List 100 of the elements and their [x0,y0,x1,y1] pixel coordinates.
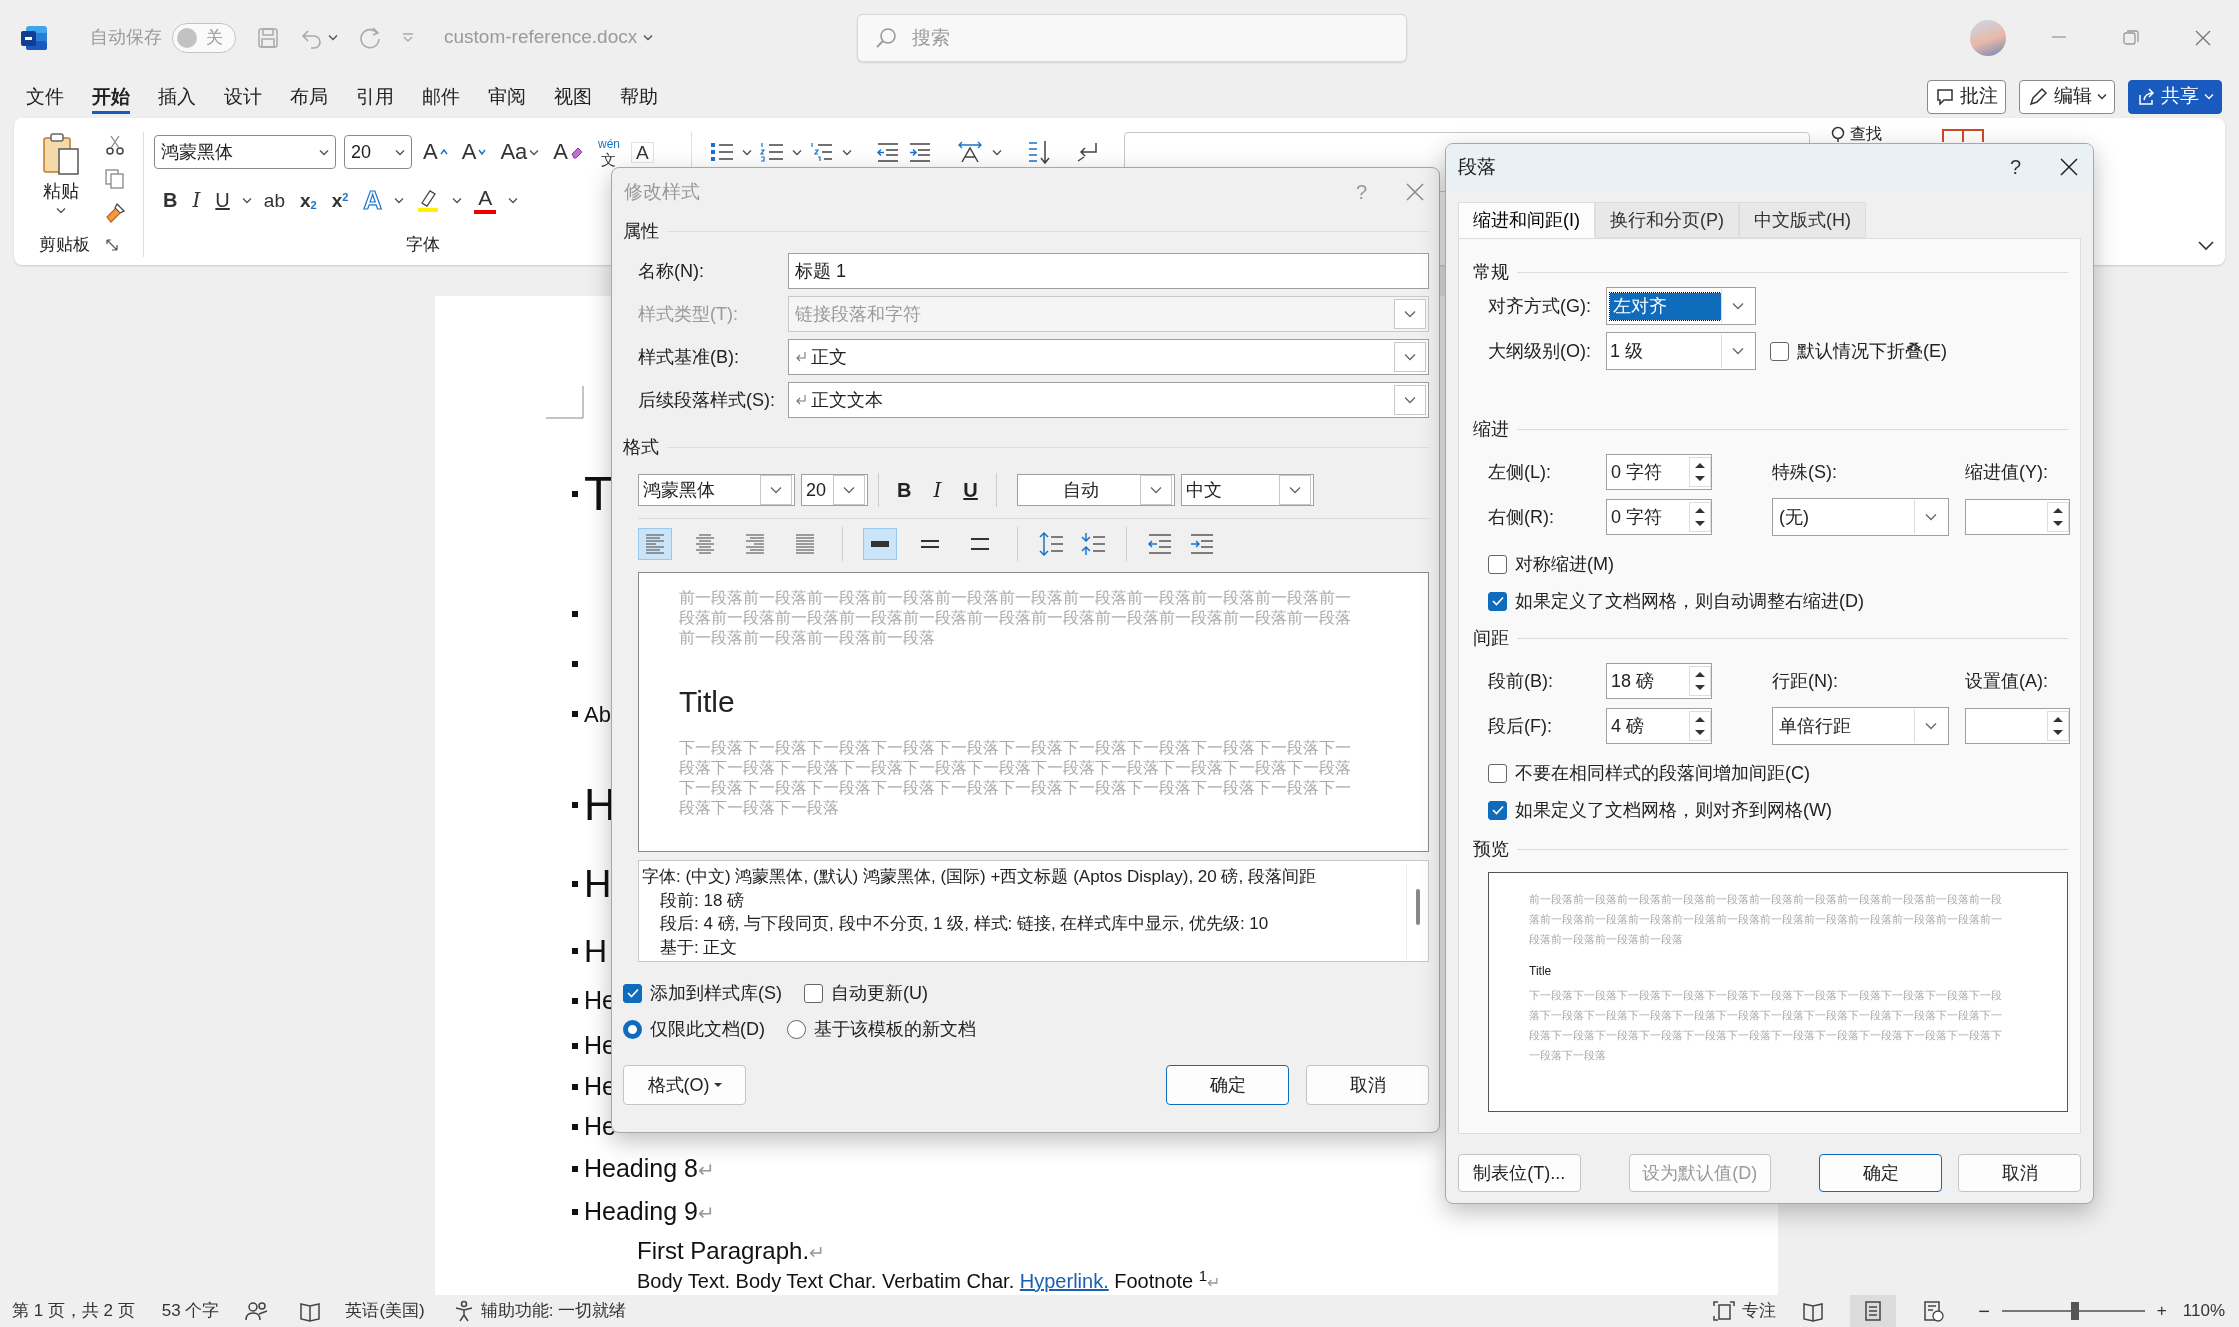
caret-icon[interactable] [842,148,852,156]
caret-icon[interactable] [1404,396,1416,404]
checkbox[interactable] [1488,554,1507,574]
help-button[interactable]: ? [2009,152,2021,182]
caret-icon[interactable] [1924,513,1937,521]
radio-button[interactable] [787,1019,806,1039]
radio-label[interactable]: 仅限此文档(D) [650,1015,765,1043]
sort-icon[interactable] [1026,139,1052,165]
checkbox-label[interactable]: 不要在相同样式的段落间增加间距(C) [1515,759,1810,787]
spin-field[interactable] [1965,708,2070,744]
dialog-tab[interactable]: 缩进和间距(I) [1458,202,1595,238]
radio-label[interactable]: 基于该模板的新文档 [814,1015,976,1043]
dropdown[interactable]: 单倍行距 [1772,707,1949,745]
bold-button[interactable]: B [160,190,181,210]
caret-icon[interactable] [992,148,1002,156]
paste-button[interactable]: 粘贴 [34,132,88,228]
caret-icon[interactable] [770,486,782,494]
asian-layout-icon[interactable] [956,140,984,164]
dropdown[interactable]: 1 级 [1606,332,1756,370]
decrease-indent-icon[interactable] [876,140,900,164]
zoom-in-button[interactable]: + [2156,1298,2167,1324]
font-size-dropdown[interactable]: 20 [344,135,412,169]
spinner-arrows[interactable] [1689,502,1711,532]
checkbox-label[interactable]: 添加到样式库(S) [650,979,782,1007]
menu-tab[interactable]: 设计 [210,75,276,118]
dialog-button[interactable]: 制表位(T)... [1458,1154,1581,1192]
dropdown[interactable]: 正文 [788,339,1429,375]
checkbox[interactable] [1488,763,1507,783]
italic-button[interactable]: I [189,190,204,210]
collapse-ribbon-icon[interactable] [2197,239,2215,251]
text-effects-button[interactable]: A [360,187,386,213]
checkbox-label[interactable]: 自动更新(U) [831,979,928,1007]
dropdown[interactable]: 左对齐 [1606,287,1756,325]
focus-button[interactable]: 专注 [1742,1298,1777,1324]
slider-thumb[interactable] [2070,1302,2079,1320]
increase-spacing-icon[interactable] [1038,531,1064,557]
design-ideas-icon[interactable] [1942,128,1984,142]
caret-icon[interactable] [643,34,654,41]
spinner-arrows[interactable] [1689,666,1711,696]
strikethrough-button[interactable]: ab [260,190,288,210]
font-dropdown[interactable]: 鸿蒙黑体 [638,474,795,506]
dialog-button[interactable]: 格式(O) [623,1065,746,1105]
radio-button[interactable] [623,1019,642,1039]
change-case-button[interactable]: Aa [497,141,543,163]
zoom-out-button[interactable]: − [1978,1296,1990,1326]
spin-field[interactable]: 4 磅 [1606,708,1712,744]
caret-icon[interactable] [319,148,329,156]
spinner-arrows[interactable] [1689,457,1711,487]
script-dropdown[interactable]: 中文 [1180,474,1314,506]
checkbox[interactable] [623,983,642,1003]
format-painter-icon[interactable] [104,202,126,224]
print-view-button[interactable] [1850,1295,1897,1327]
caret-icon[interactable] [1731,347,1744,355]
edit-button[interactable]: 编辑 [2019,79,2115,114]
font-color-dropdown[interactable]: 自动 [1016,474,1175,506]
multilevel-list-icon[interactable] [810,140,834,164]
decrease-spacing-icon[interactable] [1080,531,1106,557]
increase-indent-icon[interactable] [1189,532,1215,556]
checkbox-label[interactable]: 如果定义了文档网格，则自动调整右缩进(D) [1515,587,1864,615]
caret-icon[interactable] [452,196,463,204]
menu-tab[interactable]: 文件 [12,75,78,118]
word-count[interactable]: 53 个字 [161,1298,220,1324]
dialog-button[interactable]: 取消 [1306,1065,1429,1105]
superscript-button[interactable]: x$^{2}$ [328,190,352,210]
caret-icon[interactable] [508,196,519,204]
checkbox[interactable] [804,983,823,1003]
checkbox[interactable] [1770,341,1789,361]
dialog-button[interactable]: 确定 [1166,1065,1289,1105]
decrease-indent-icon[interactable] [1147,532,1173,556]
caret-icon[interactable] [1288,486,1301,494]
shrink-font-button[interactable]: A [458,141,490,163]
hyperlink[interactable]: Hyperlink. [1019,1270,1109,1292]
close-icon[interactable] [2059,157,2079,177]
spin-field[interactable]: 0 字符 [1606,454,1712,490]
grow-font-button[interactable]: A [420,141,451,163]
menu-tab[interactable]: 邮件 [408,75,474,118]
increase-indent-icon[interactable] [908,140,932,164]
dialog-tab[interactable]: 换行和分页(P) [1595,202,1739,238]
copy-icon[interactable] [104,168,126,190]
menu-tab[interactable]: 插入 [144,75,210,118]
search-icon[interactable] [1830,126,1846,142]
subscript-button[interactable]: x$_{2}$ [296,190,320,210]
find-button[interactable]: 查找 [1850,122,1882,146]
menu-tab[interactable]: 视图 [540,75,606,118]
dialog-button[interactable]: 确定 [1818,1154,1943,1192]
font-color-button[interactable]: A [471,186,500,214]
zoom-level[interactable]: 110% [2182,1298,2225,1324]
caret-icon[interactable] [1731,302,1744,310]
dialog-tab[interactable]: 中文版式(H) [1739,202,1866,238]
menu-tab[interactable]: 帮助 [606,75,672,118]
people-icon[interactable] [245,1300,270,1322]
caret-icon[interactable] [328,34,338,41]
font-dropdown[interactable]: 鸿蒙黑体 [154,135,336,169]
menu-tab[interactable]: 布局 [276,75,342,118]
spin-field[interactable]: 0 字符 [1606,499,1712,535]
underline-button[interactable]: U [955,475,986,505]
bold-button[interactable]: B [889,475,920,505]
caret-icon[interactable] [56,207,66,214]
caret-icon[interactable] [1924,722,1937,730]
caret-icon[interactable] [1149,486,1162,494]
